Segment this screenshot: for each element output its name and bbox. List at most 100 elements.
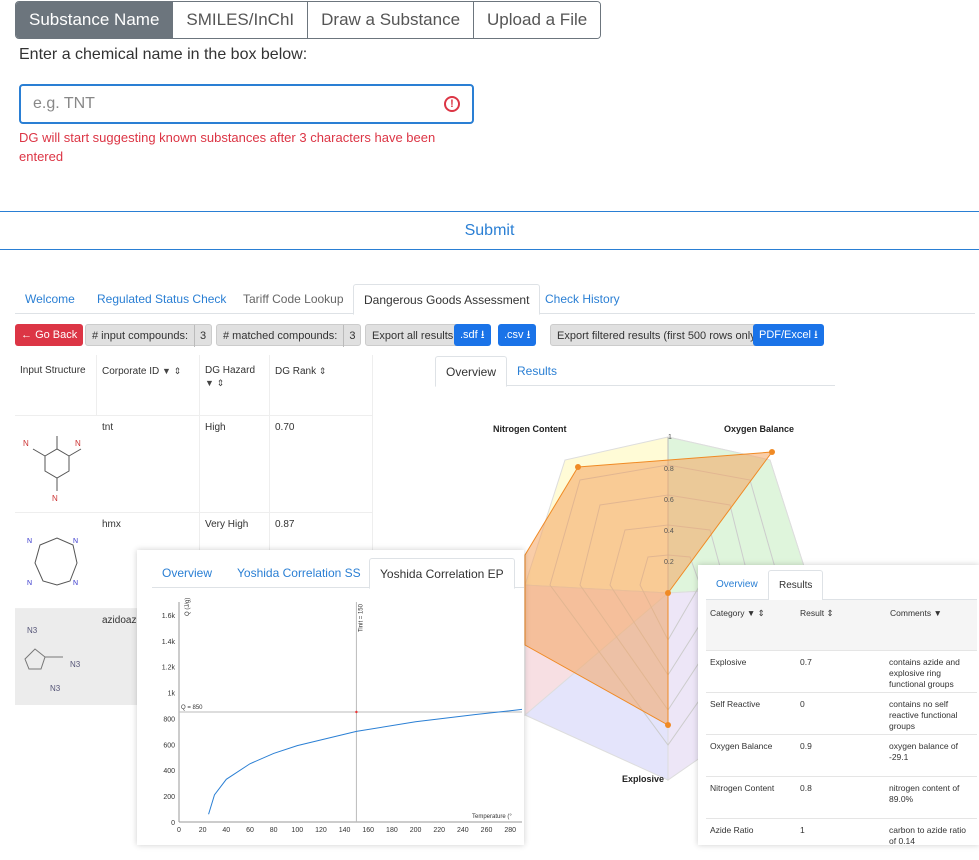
tab-overview[interactable]: Overview	[706, 570, 768, 600]
x-tick-label: 200	[410, 827, 422, 834]
x-tick-label: 60	[246, 827, 254, 834]
download-icon: ⭳	[526, 329, 531, 341]
tab-results[interactable]: Results	[507, 356, 567, 386]
chemical-name-input[interactable]	[21, 86, 431, 122]
svg-text:N3: N3	[27, 626, 38, 635]
error-icon: !	[444, 96, 460, 112]
submit-button[interactable]: Submit	[0, 211, 979, 250]
hmx-structure-image: N N N N	[27, 537, 78, 587]
y-tick-label: 200	[163, 794, 175, 801]
radar-label-oxygen: Oxygen Balance	[724, 424, 794, 434]
header-input-structure: Input Structure	[15, 355, 97, 415]
tinit-annotation: Tinit = 150	[358, 603, 364, 632]
header-corporate-id[interactable]: Corporate ID ▼ ⇕	[97, 355, 200, 415]
x-tick-label: 220	[433, 827, 445, 834]
yoshida-tabs: Overview Yoshida Correlation SS Yoshida …	[152, 558, 524, 589]
header-comments[interactable]: Comments ▼	[886, 600, 977, 650]
table-row[interactable]: N N N tnt High 0.70	[15, 415, 373, 513]
tab-smiles-inchi[interactable]: SMILES/InChI	[172, 2, 308, 38]
download-icon: ⭳	[480, 329, 485, 341]
filter-icon[interactable]: ▼	[162, 366, 171, 376]
validation-message: DG will start suggesting known substance…	[19, 130, 436, 164]
x-tick-label: 160	[362, 827, 374, 834]
matched-compounds-badge: # matched compounds: 3	[216, 324, 362, 347]
main-nav-tabs: Welcome Regulated Status Check Tariff Co…	[15, 284, 975, 315]
x-tick-label: 20	[199, 827, 207, 834]
table-row: Oxygen Balance 0.9 oxygen balance of -29…	[706, 734, 977, 776]
y-tick-label: 400	[163, 768, 175, 775]
svg-text:N: N	[73, 538, 78, 545]
intersection-point	[355, 710, 358, 714]
filter-icon[interactable]: ▼	[205, 378, 214, 388]
x-tick-label: 100	[291, 827, 303, 834]
sort-icon[interactable]: ⇕	[174, 366, 182, 376]
yoshida-chart: 0 200 400 600 800 1k 1.2k 1.4k 1.6k 0 20 40 60 80 100 1…	[162, 598, 523, 834]
svg-text:N: N	[27, 580, 32, 587]
radar-label-nitrogen: Nitrogen Content	[493, 424, 567, 434]
y-tick-label: 1.2k	[162, 665, 176, 672]
sort-icon[interactable]: ⇕	[758, 608, 765, 618]
sort-icon[interactable]: ⇕	[826, 608, 833, 618]
filter-icon[interactable]: ▼	[933, 608, 941, 618]
tab-overview[interactable]: Overview	[435, 356, 508, 387]
download-icon: ⭳	[814, 329, 818, 341]
export-all-label: Export all results:	[365, 324, 464, 346]
radar-tick: 0.2	[664, 559, 674, 566]
tab-overview[interactable]: Overview	[152, 558, 222, 588]
y-tick-label: 1.6k	[162, 613, 176, 620]
tab-substance-name[interactable]: Substance Name	[16, 2, 173, 38]
radar-tick: 0.8	[664, 466, 674, 473]
y-tick-label: 1k	[168, 691, 176, 698]
tab-welcome[interactable]: Welcome	[15, 284, 85, 314]
radar-label-explosive: Explosive	[622, 774, 664, 784]
results-table: Category ▼ ⇕ Result ⇕ Comments ▼ Explosi…	[706, 600, 977, 846]
x-tick-label: 120	[315, 827, 327, 834]
sort-icon[interactable]: ⇕	[319, 366, 327, 376]
filter-icon[interactable]: ▼	[747, 608, 755, 618]
dg-hazard-cell: High	[200, 416, 270, 513]
table-row: Self Reactive 0 contains no self reactiv…	[706, 692, 977, 734]
radar-tick: 0.4	[664, 528, 674, 535]
y-axis-label: Q (J/g)	[185, 598, 191, 616]
export-pdf-excel-button[interactable]: PDF/Excel ⭳	[753, 324, 824, 346]
sort-icon[interactable]: ⇕	[217, 378, 225, 388]
y-tick-label: 600	[163, 742, 175, 749]
results-tabs: Overview Results	[706, 570, 977, 601]
detail-tabs: Overview Results	[435, 356, 835, 387]
svg-text:N: N	[75, 439, 81, 448]
search-mode-tabs: Substance Name SMILES/InChI Draw a Subst…	[15, 1, 602, 39]
tab-yoshida-ep[interactable]: Yoshida Correlation EP	[369, 558, 515, 589]
azido-structure-image: N3 N3 N3	[24, 626, 81, 693]
y-tick-label: 800	[163, 716, 175, 723]
y-tick-label: 1.4k	[162, 639, 176, 646]
tab-results[interactable]: Results	[768, 570, 824, 601]
svg-text:N3: N3	[70, 660, 81, 669]
export-csv-button[interactable]: .csv ⭳	[498, 324, 537, 346]
header-dg-hazard[interactable]: DG Hazard ▼ ⇕	[200, 355, 270, 415]
header-result[interactable]: Result ⇕	[796, 600, 886, 650]
radar-tick: 1	[668, 434, 672, 441]
tab-check-history[interactable]: Check History	[535, 284, 630, 314]
go-back-button[interactable]: ← Go Back	[15, 324, 84, 346]
export-sdf-button[interactable]: .sdf ⭳	[454, 324, 491, 346]
results-panel: Overview Results Category ▼ ⇕ Result ⇕ C…	[698, 565, 979, 846]
svg-text:N3: N3	[50, 684, 61, 693]
yoshida-panel: Overview Yoshida Correlation SS Yoshida …	[137, 550, 524, 845]
arrow-left-icon: ←	[21, 329, 32, 341]
tab-dangerous-goods[interactable]: Dangerous Goods Assessment	[353, 284, 541, 315]
table-row: Explosive 0.7 contains azide and explosi…	[706, 650, 977, 692]
tab-upload-file[interactable]: Upload a File	[473, 2, 601, 38]
svg-text:N: N	[73, 580, 78, 587]
tab-tariff-code[interactable]: Tariff Code Lookup	[233, 284, 354, 314]
tab-yoshida-ss[interactable]: Yoshida Correlation SS	[227, 558, 371, 588]
header-category[interactable]: Category ▼ ⇕	[706, 600, 796, 650]
tab-regulated-status[interactable]: Regulated Status Check	[87, 284, 236, 314]
tab-draw-substance[interactable]: Draw a Substance	[307, 2, 474, 38]
radar-tick: 0.6	[664, 497, 674, 504]
svg-text:N: N	[52, 494, 58, 503]
header-dg-rank[interactable]: DG Rank ⇕	[270, 355, 373, 415]
table-row: Nitrogen Content 0.8 nitrogen content of…	[706, 776, 977, 818]
x-tick-label: 180	[386, 827, 398, 834]
q-annotation: Q = 850	[181, 705, 203, 711]
dg-rank-cell: 0.70	[270, 416, 373, 513]
